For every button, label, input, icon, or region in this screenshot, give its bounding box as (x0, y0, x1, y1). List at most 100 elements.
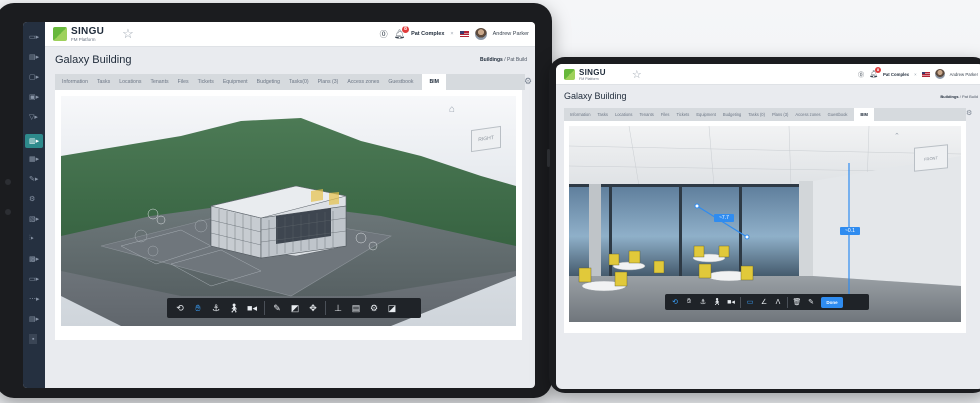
tab-guestbook[interactable]: Guestbook (828, 112, 848, 117)
section-icon[interactable]: ◩ (286, 303, 304, 314)
language-flag-icon[interactable] (921, 71, 930, 77)
tab-information[interactable]: Information (62, 79, 88, 85)
tab-information[interactable]: Information (570, 112, 590, 117)
tab-locations[interactable]: Locations (119, 79, 141, 85)
sidebar-item-dashboard[interactable]: ▭▸ (29, 32, 39, 42)
tab-tenants[interactable]: Tenants (150, 79, 168, 85)
sidebar-item-plans[interactable]: ▧▸ (29, 214, 39, 224)
walk-icon[interactable]: 🚶︎ (225, 303, 243, 314)
model-tree-icon[interactable]: ⊥ (329, 303, 347, 314)
tab-locations[interactable]: Locations (615, 112, 633, 117)
sidebar-item-assets[interactable]: ▥▸ (25, 134, 44, 148)
org-clear-icon[interactable]: × (914, 72, 917, 77)
tab-tasks-0[interactable]: Tasks (0) (748, 112, 765, 117)
favorite-star-icon[interactable]: ☆ (122, 26, 134, 42)
pan-icon[interactable]: ✋︎ (189, 303, 207, 314)
brand-logo[interactable]: SINGU FM Platform (564, 68, 606, 81)
sidebar-item-inventory[interactable]: ▭▸ (29, 274, 39, 284)
tab-tickets[interactable]: Tickets (676, 112, 689, 117)
help-icon[interactable]: ⓪ (858, 70, 864, 79)
tab-tasks-0[interactable]: Tasks(0) (289, 79, 309, 85)
toolbar-separator (787, 296, 788, 308)
area-icon[interactable]: Λ (771, 299, 785, 306)
tab-files[interactable]: Files (178, 79, 189, 85)
sidebar-item-filters[interactable]: ▽▸ (29, 112, 38, 122)
org-selector[interactable]: Pat Complex (411, 31, 444, 37)
anchor-icon[interactable]: ⚓︎ (207, 303, 225, 314)
calibrate-icon[interactable]: ✎ (804, 298, 818, 306)
tablet-left-screen: ▭▸ ▤▸ ▢▸ ▣▸ ▽▸ ▥▸ ▦▸ ✎▸ ⚙ ▧▸ ⫶▸ ▩▸ ▭▸ ⋯▸… (23, 22, 535, 388)
measure-point[interactable] (744, 234, 750, 240)
notification-bell-icon[interactable]: 🔔︎ 8 (869, 67, 882, 78)
sidebar-item-lock[interactable]: ▪ (29, 334, 38, 344)
sidebar-item-tools[interactable]: ✎▸ (29, 174, 38, 184)
view-cube[interactable]: RIGHT (465, 124, 505, 153)
brand-logo[interactable]: SINGU FM Platform (53, 26, 104, 42)
camera-icon[interactable]: ■◂ (243, 303, 261, 314)
tab-tasks[interactable]: Tasks (597, 112, 607, 117)
pan-icon[interactable]: ✋︎ (682, 298, 696, 306)
walk-icon[interactable]: 🚶︎ (710, 298, 724, 306)
sidebar-item-settings[interactable]: ▤▸ (29, 314, 39, 324)
user-name[interactable]: Andrew Parker (493, 31, 529, 37)
sidebar-item-analytics[interactable]: ⋯▸ (29, 294, 40, 304)
tab-equipment[interactable]: Equipment (696, 112, 716, 117)
tab-guestbook[interactable]: Guestbook (388, 79, 413, 85)
sidebar-item-equipment[interactable]: ▦▸ (29, 154, 39, 164)
home-view-icon[interactable]: ⌂ (449, 104, 455, 115)
help-icon[interactable]: ⓪ (380, 29, 388, 40)
view-cube[interactable]: FRONT (914, 144, 948, 172)
favorite-star-icon[interactable]: ☆ (632, 68, 642, 81)
fullscreen-icon[interactable]: ◪ (383, 303, 401, 314)
org-clear-icon[interactable]: × (450, 31, 453, 37)
tab-budgeting[interactable]: Budgeting (723, 112, 741, 117)
anchor-icon[interactable]: ⚓︎ (696, 298, 710, 306)
tab-plans-3[interactable]: Plans (3) (318, 79, 339, 85)
tab-bim[interactable]: BIM (422, 74, 446, 90)
tab-equipment[interactable]: Equipment (223, 79, 248, 85)
language-flag-icon[interactable] (459, 31, 469, 37)
tab-access-zones[interactable]: Access zones (347, 79, 379, 85)
breadcrumb-parent[interactable]: Buildings (940, 94, 958, 99)
tablet-right: SINGU FM Platform ☆ ⓪ 🔔︎ 8 Pat Complex × … (547, 57, 980, 393)
camera-icon[interactable]: ■◂ (724, 298, 738, 306)
tab-tickets[interactable]: Tickets (198, 79, 214, 85)
sidebar-item-charts[interactable]: ⫶▸ (29, 234, 34, 244)
properties-icon[interactable]: ▤ (347, 303, 365, 314)
tab-files[interactable]: Files (661, 112, 670, 117)
tab-budgeting[interactable]: Budgeting (257, 79, 280, 85)
user-avatar[interactable] (474, 28, 487, 40)
delete-icon[interactable]: 🗑︎ (790, 298, 804, 306)
angle-icon[interactable]: ∠ (757, 298, 771, 306)
tab-settings-icon[interactable]: ⚙ (966, 109, 972, 117)
brand-subtitle: FM Platform (71, 37, 96, 42)
tab-tenants[interactable]: Tenants (639, 112, 653, 117)
home-view-icon[interactable]: ⌃ (894, 132, 900, 140)
tab-settings-icon[interactable]: ⚙ (524, 76, 532, 87)
bim-viewer[interactable]: ~7.7 ~0.1 ⌃ FRONT ⟲ ✋︎ ⚓︎ 🚶︎ ■◂ ▭ ∠ Λ 🗑︎ (569, 126, 961, 322)
sidebar-item-documents[interactable]: ▢▸ (29, 72, 39, 82)
tab-tasks[interactable]: Tasks (97, 79, 110, 85)
sidebar-item-budget[interactable]: ▩▸ (29, 254, 39, 264)
orbit-icon[interactable]: ⟲ (171, 303, 189, 314)
user-avatar[interactable] (934, 69, 945, 79)
settings-icon[interactable]: ⚙ (365, 303, 383, 314)
breadcrumb-parent[interactable]: Buildings (480, 57, 503, 63)
done-button[interactable]: Done (821, 296, 843, 308)
tab-plans-3[interactable]: Plans (3) (772, 112, 788, 117)
sidebar-item-reports[interactable]: ▣▸ (29, 92, 39, 102)
orbit-icon[interactable]: ⟲ (668, 298, 682, 306)
view-cube-face[interactable]: RIGHT (471, 125, 501, 153)
bim-viewer[interactable]: ⌂ RIGHT ⟲ ✋︎ ⚓︎ 🚶︎ ■◂ ✎ ◩ ✥ ⊥ ▤ ⚙ ◪ (61, 96, 516, 326)
explode-icon[interactable]: ✥ (304, 303, 322, 314)
measure-icon[interactable]: ✎ (268, 303, 286, 314)
user-name[interactable]: Andrew Parker (950, 72, 978, 77)
distance-icon[interactable]: ▭ (743, 298, 757, 306)
org-selector[interactable]: Pat Complex (883, 72, 909, 77)
tab-access-zones[interactable]: Access zones (795, 112, 820, 117)
sidebar-item-maintenance[interactable]: ⚙ (29, 194, 35, 204)
sidebar-item-buildings[interactable]: ▤▸ (29, 52, 39, 62)
notification-bell-icon[interactable]: 🔔︎ 8 (394, 25, 410, 40)
tab-bim[interactable]: BIM (854, 108, 874, 121)
measure-point[interactable] (694, 203, 700, 209)
